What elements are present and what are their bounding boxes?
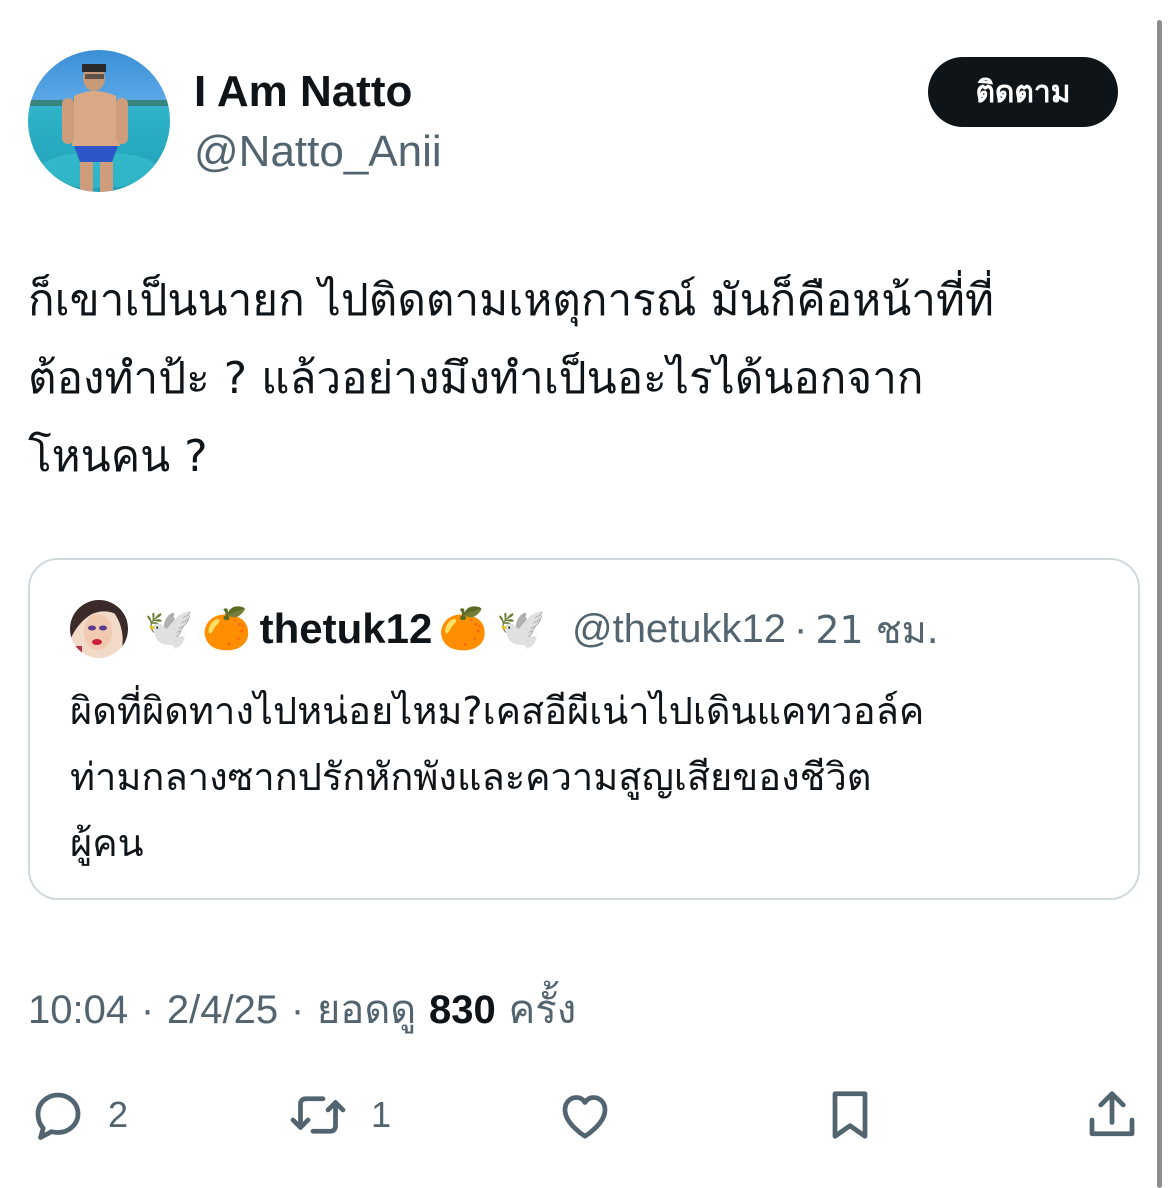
separator-dot: · [140, 988, 155, 1032]
bookmark-button[interactable] [820, 1080, 880, 1150]
retweet-icon [285, 1085, 351, 1145]
like-icon [555, 1085, 615, 1145]
reply-button[interactable]: 2 [28, 1080, 128, 1150]
quoted-tweet-text-line: ผู้คน [70, 821, 144, 865]
orange-emoji: 🍊 [201, 606, 252, 652]
quoted-tweet-text-line: ท่ามกลางซากปรักหักพังและความสูญเสียของชี… [70, 755, 872, 799]
orange-emoji: 🍊 [438, 606, 489, 652]
dove-emoji: 🕊️ [496, 606, 546, 652]
action-bar: 2 1 [0, 1080, 1170, 1150]
views-label: ยอดดู [316, 987, 417, 1033]
share-icon [1082, 1085, 1142, 1145]
quoted-tweet-time: 21 ชม. [815, 607, 939, 652]
tweet-text-line: ต้องทำป้ะ ? แล้วอย่างมึงทำเป็นอะไรได้นอก… [28, 353, 924, 404]
quoted-tweet-text: ผิดที่ผิดทางไปหน่อยไหม?เคสอีผีเน่าไปเดิน… [70, 678, 1120, 876]
quoted-tweet-header: 🕊️ 🍊 thetuk12 🍊 🕊️ @thetukk12 · 21 ชม. [70, 598, 939, 660]
quoted-tweet[interactable]: 🕊️ 🍊 thetuk12 🍊 🕊️ @thetukk12 · 21 ชม. ผ… [28, 558, 1140, 900]
bookmark-icon [820, 1085, 880, 1145]
author-display-name[interactable]: I Am Natto [194, 64, 412, 120]
author-handle[interactable]: @Natto_Anii [194, 124, 442, 180]
reply-icon [28, 1085, 88, 1145]
quoted-author-handle[interactable]: @thetukk12 [572, 607, 786, 652]
reply-count: 2 [108, 1094, 129, 1135]
views-count[interactable]: 830 [429, 988, 496, 1032]
quoted-author-name[interactable]: thetuk12 [260, 605, 433, 653]
quoted-tweet-text-line: ผิดที่ผิดทางไปหน่อยไหม?เคสอีผีเน่าไปเดิน… [70, 689, 925, 733]
separator-dot: · [794, 606, 808, 651]
quoted-author-avatar[interactable] [70, 600, 128, 658]
separator-dot: · [290, 988, 305, 1032]
views-unit: ครั้ง [508, 987, 577, 1033]
share-button[interactable] [1082, 1080, 1142, 1150]
like-button[interactable] [555, 1080, 615, 1150]
dove-emoji: 🕊️ [144, 606, 194, 652]
retweet-button[interactable]: 1 [285, 1080, 391, 1150]
tweet-text: ก็เขาเป็นนายก ไปติดตามเหตุการณ์ มันก็คือ… [28, 262, 1143, 496]
tweet-text-line: โหนคน ? [28, 431, 208, 482]
tweet-text-line: ก็เขาเป็นนายก ไปติดตามเหตุการณ์ มันก็คือ… [28, 275, 994, 326]
tweet-meta: 10:04 · 2/4/25 · ยอดดู 830 ครั้ง [28, 982, 576, 1038]
retweet-count: 1 [371, 1094, 392, 1135]
tweet-time[interactable]: 10:04 [28, 988, 128, 1032]
scrollbar[interactable] [1157, 20, 1162, 1188]
follow-button[interactable]: ติดตาม [928, 57, 1118, 127]
author-avatar[interactable] [28, 50, 170, 192]
tweet-date[interactable]: 2/4/25 [167, 988, 278, 1032]
